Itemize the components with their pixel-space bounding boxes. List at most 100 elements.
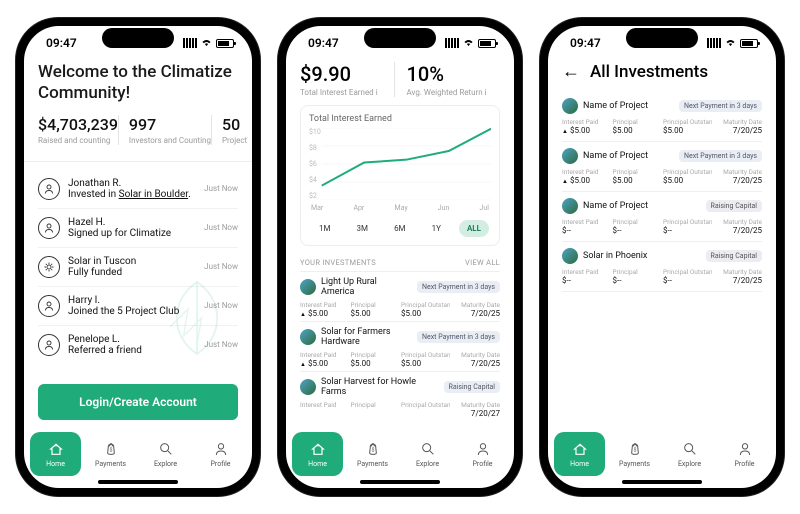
tab-home[interactable]: Home [554,432,605,476]
payments-icon: $ [102,440,120,458]
y-tick: $10 [309,128,321,136]
project-thumb-icon [562,198,578,214]
tab-profile[interactable]: Profile [719,432,770,476]
wifi-icon [200,36,213,50]
chart-card: Total Interest Earned $10$8$6$4$2 MarApr… [300,105,500,246]
project-thumb-icon [562,98,578,114]
notch [364,28,436,48]
feed-name: Solar in Tuscon [68,256,196,267]
feed-item[interactable]: Harry I.Joined the 5 Project ClubJust No… [38,287,238,326]
value-principal-outstanding: $5.00 [401,309,450,318]
y-tick: $4 [309,176,321,184]
feed-name: Hazel H. [68,217,196,228]
feed-item[interactable]: Solar in TusconFully fundedJust Now [38,248,238,287]
x-tick: Mar [311,204,323,212]
label-maturity-date: Maturity Date [452,301,501,309]
kpi-return-label: Avg. Weighted Return [407,88,483,97]
tab-profile[interactable]: Profile [195,432,246,476]
label-maturity-date: Maturity Date [452,401,501,409]
tab-bar: Home $Payments Explore Profile [24,428,252,478]
value-interest-paid: $-- [562,226,611,235]
project-name: Light Up Rural America [321,277,412,297]
view-all-link[interactable]: VIEW ALL [465,258,500,267]
label-principal-outstanding: Principal Outstanding [663,218,712,226]
range-ALL[interactable]: ALL [459,220,489,237]
tab-home-label: Home [46,460,65,468]
value-principal-outstanding: $5.00 [663,126,712,135]
tab-explore-label: Explore [154,460,177,468]
label-interest-paid: Interest Paid [300,351,349,359]
tab-explore[interactable]: Explore [402,432,453,476]
range-6M[interactable]: 6M [386,220,413,237]
investment-item[interactable]: Solar Harvest for Howle FarmsRaising Cap… [300,371,500,421]
label-interest-paid: Interest Paid [562,118,611,126]
label-principal: Principal [351,301,400,309]
feed-item[interactable]: Jonathan R.Invested in Solar in Boulder.… [38,170,238,209]
feed-name: Harry I. [68,295,196,306]
page-title: All Investments [590,62,708,82]
tab-payments-label: Payments [357,460,388,468]
tab-payments[interactable]: $Payments [347,432,398,476]
wifi-icon [724,36,737,50]
payments-icon: $ [626,440,644,458]
range-1M[interactable]: 1M [311,220,338,237]
label-maturity-date: Maturity Date [714,268,763,276]
info-icon[interactable]: i [485,88,487,97]
clock: 09:47 [308,36,339,50]
label-maturity-date: Maturity Date [714,218,763,226]
kpi-interest-label: Total Interest Earned [300,88,374,97]
login-button[interactable]: Login/Create Account [38,384,238,420]
tab-home[interactable]: Home [292,432,343,476]
tab-payments[interactable]: $Payments [85,432,136,476]
investment-item[interactable]: Name of ProjectRaising CapitalInterest P… [562,192,762,242]
status-chip: Next Payment in 3 days [679,100,762,112]
tab-profile-label: Profile [210,460,230,468]
stat-projects-value: 50 [222,115,247,134]
svg-text:$: $ [633,447,636,454]
project-thumb-icon [300,379,316,395]
value-principal-outstanding: $-- [663,276,712,285]
user-icon [38,178,60,200]
tab-explore[interactable]: Explore [140,432,191,476]
home-indicator [360,480,440,484]
feed-item[interactable]: Penelope L.Referred a friendJust Now [38,326,238,364]
status-chip: Next Payment in 3 days [417,331,500,343]
value-principal: $5.00 [613,176,662,185]
feed-item[interactable]: Hazel H.Signed up for ClimatizeJust Now [38,209,238,248]
tab-profile[interactable]: Profile [457,432,508,476]
home-indicator [98,480,178,484]
x-tick: Jul [480,204,489,212]
project-thumb-icon [562,248,578,264]
explore-icon [157,440,175,458]
feed-name: Penelope L. [68,334,196,345]
feed-name: Jonathan R. [68,178,196,189]
range-1Y[interactable]: 1Y [424,220,449,237]
label-principal-outstanding: Principal Outstanding [663,118,712,126]
investment-item[interactable]: Light Up Rural AmericaNext Payment in 3 … [300,271,500,321]
project-name: Solar for Farmers Hardware [321,327,412,347]
tab-explore[interactable]: Explore [664,432,715,476]
tab-payments[interactable]: $Payments [609,432,660,476]
range-selector: 1M 3M 6M 1Y ALL [309,220,491,237]
investment-item[interactable]: Name of ProjectNext Payment in 3 daysInt… [562,142,762,192]
back-button[interactable]: ← [562,63,580,81]
range-3M[interactable]: 3M [349,220,376,237]
status-chip: Raising Capital [444,381,500,393]
project-name: Solar in Phoenix [583,251,701,261]
tab-bar: Home $Payments Explore Profile [548,428,776,478]
investment-item[interactable]: Solar in PhoenixRaising CapitalInterest … [562,242,762,292]
project-thumb-icon [300,329,316,345]
label-interest-paid: Interest Paid [562,218,611,226]
info-icon[interactable]: i [376,88,378,97]
investment-item[interactable]: Name of ProjectNext Payment in 3 daysInt… [562,92,762,142]
value-interest-paid: $5.00 [562,176,611,185]
clock: 09:47 [46,36,77,50]
tab-home[interactable]: Home [30,432,81,476]
profile-icon [212,440,230,458]
investment-item[interactable]: Solar for Farmers Hardware Next Payment i… [300,321,500,371]
feed-subtitle: Referred a friend [68,345,196,356]
stat-raised-value: $4,703,239 [38,115,118,134]
tab-profile-label: Profile [472,460,492,468]
value-principal: $5.00 [351,359,400,368]
feed-time: Just Now [204,223,238,232]
